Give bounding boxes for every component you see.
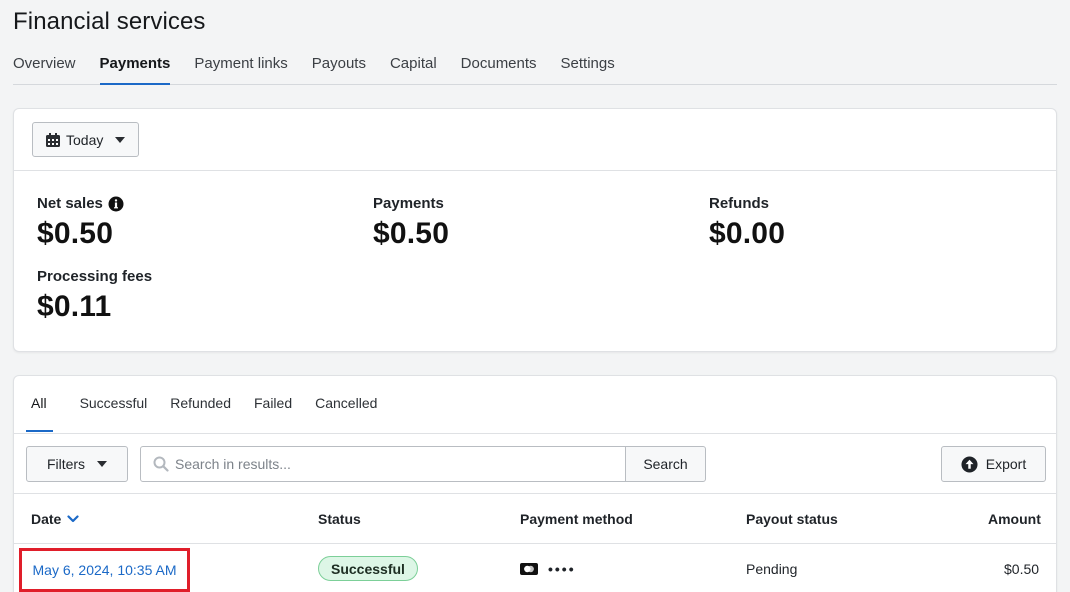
transaction-date-link[interactable]: May 6, 2024, 10:35 AM xyxy=(19,548,190,592)
payout-status: Pending xyxy=(746,561,798,577)
tab-payments[interactable]: Payments xyxy=(99,52,171,85)
filters-label: Filters xyxy=(46,456,86,472)
status-tab-failed[interactable]: Failed xyxy=(249,376,310,432)
column-payment-method: Payment method xyxy=(520,511,633,527)
metric-refunds-label: Refunds xyxy=(709,195,769,212)
status-tab-successful[interactable]: Successful xyxy=(75,376,166,432)
date-range-label: Today xyxy=(66,131,104,148)
tab-overview[interactable]: Overview xyxy=(13,52,76,85)
export-button[interactable]: Export xyxy=(941,446,1046,482)
metric-refunds: Refunds $0.00 xyxy=(709,195,785,251)
amount: $0.50 xyxy=(1004,561,1040,577)
table-row[interactable]: May 6, 2024, 10:35 AM Successful •••• Pe… xyxy=(14,544,1056,592)
status-tabs: All Successful Refunded Failed Cancelled xyxy=(14,376,1056,434)
metric-processing-fees-value: $0.11 xyxy=(37,290,112,323)
caret-down-icon xyxy=(97,461,108,467)
metric-refunds-value: $0.00 xyxy=(709,217,786,250)
status-tab-all[interactable]: All xyxy=(26,376,53,432)
tab-payouts[interactable]: Payouts xyxy=(312,52,366,85)
search-input[interactable] xyxy=(175,456,615,472)
info-icon[interactable] xyxy=(108,196,124,212)
table-toolbar: Filters Search Export xyxy=(14,434,1056,494)
tab-documents[interactable]: Documents xyxy=(461,52,537,85)
metric-payments-value: $0.50 xyxy=(373,217,450,250)
column-amount: Amount xyxy=(988,511,1041,527)
status-badge: Successful xyxy=(318,556,418,581)
metric-net-sales-label: Net sales xyxy=(37,195,103,212)
metric-net-sales-value: $0.50 xyxy=(37,217,114,250)
column-date[interactable]: Date xyxy=(31,511,79,527)
transactions-card: All Successful Refunded Failed Cancelled… xyxy=(13,375,1057,592)
summary-card: Today Net sales $0.50 Payments $0.50 Ref… xyxy=(13,108,1057,352)
metric-payments: Payments $0.50 xyxy=(373,195,449,251)
table-header: Date Status Payment method Payout status… xyxy=(14,494,1056,544)
search-button[interactable]: Search xyxy=(625,446,706,482)
chevron-down-icon xyxy=(67,515,79,523)
date-range-button[interactable]: Today xyxy=(32,122,139,157)
card-number-mask: •••• xyxy=(548,561,576,577)
card-icon xyxy=(520,563,538,575)
search-field xyxy=(140,446,627,482)
column-status: Status xyxy=(318,511,361,527)
tab-settings[interactable]: Settings xyxy=(561,52,615,85)
tab-payment-links[interactable]: Payment links xyxy=(194,52,287,85)
export-label: Export xyxy=(985,456,1027,472)
status-tab-cancelled[interactable]: Cancelled xyxy=(310,376,395,432)
tab-capital[interactable]: Capital xyxy=(390,52,437,85)
page-title: Financial services xyxy=(13,8,206,35)
search-icon xyxy=(153,456,169,472)
column-payout-status: Payout status xyxy=(746,511,838,527)
upload-arrow-icon xyxy=(961,455,978,473)
filters-button[interactable]: Filters xyxy=(26,446,128,482)
metric-processing-fees-label: Processing fees xyxy=(37,268,153,285)
column-date-label: Date xyxy=(31,511,62,527)
payment-method: •••• xyxy=(520,561,576,577)
summary-toolbar: Today xyxy=(14,109,1056,171)
caret-down-icon xyxy=(115,136,126,143)
section-nav: Overview Payments Payment links Payouts … xyxy=(13,52,1057,85)
metric-payments-label: Payments xyxy=(373,195,444,212)
metric-net-sales: Net sales $0.50 xyxy=(37,195,124,251)
metric-processing-fees: Processing fees $0.11 xyxy=(37,268,152,324)
status-tab-refunded[interactable]: Refunded xyxy=(165,376,249,432)
calendar-icon xyxy=(46,132,60,147)
